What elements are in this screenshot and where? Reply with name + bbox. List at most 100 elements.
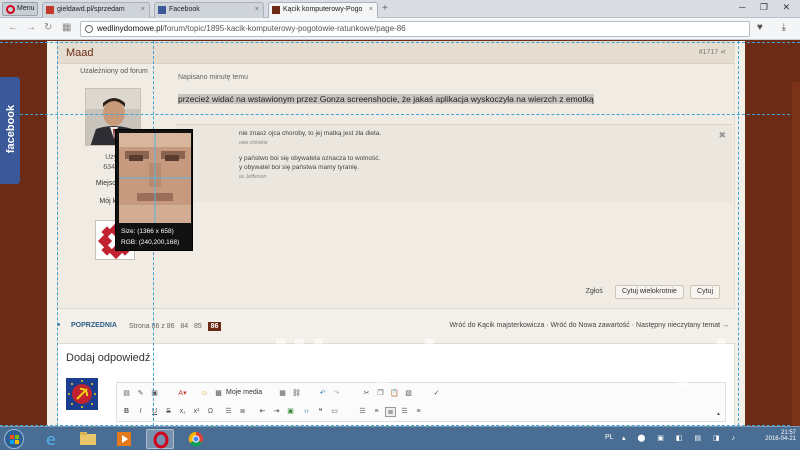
post-date: Napisano minutę temu — [178, 74, 249, 81]
close-tab-icon[interactable]: × — [369, 3, 373, 17]
taskbar: e PL ▴ ⬤ ▣ ◧ ▤ ◨ ♪ 21:57 2016-04-21 — [0, 426, 800, 450]
signature-source: owe chińskie — [239, 140, 268, 146]
quote-icon[interactable]: ❝ — [315, 407, 326, 417]
start-button[interactable] — [4, 429, 24, 449]
outdent-icon[interactable]: ⇤ — [257, 407, 268, 417]
back-arrow-icon[interactable]: ← — [8, 22, 18, 33]
signature-line: y państwo boi się obywatela oznacza to w… — [239, 155, 381, 162]
browser-toolbar: ← → ↻ ▦ wedlinydomowe.pl/forum/topic/189… — [0, 18, 800, 40]
speed-dial-icon[interactable]: ▦ — [62, 22, 71, 33]
post-message-text: przecież widać na wstawionym przez Gonza… — [178, 94, 594, 104]
preview-icon[interactable]: ▣ — [149, 389, 160, 399]
post-message: przecież widać na wstawionym przez Gonza… — [178, 94, 728, 104]
ruler-guide-horizontal — [0, 114, 800, 115]
post-body: Napisano minutę temu przecież widać na w… — [178, 74, 728, 104]
page-info: Strona 86 z 86 — [129, 323, 175, 330]
explorer-taskbar-icon[interactable] — [74, 429, 102, 449]
signature-line: nie znasz ojca choroby, to jej matką jes… — [239, 130, 382, 137]
post-header: Maad #1717 ⋖ — [58, 42, 734, 64]
share-icon[interactable]: ⋖ — [720, 49, 726, 56]
code-icon[interactable]: ‹› — [301, 407, 312, 417]
page-link[interactable]: 84 — [180, 323, 188, 330]
facebook-tab-label: facebook — [5, 104, 17, 154]
opera-menu-button[interactable]: Menu — [2, 2, 38, 16]
multiquote-button[interactable]: Cytuj wielokrotnie — [614, 285, 684, 299]
opera-logo-icon — [6, 5, 15, 14]
bullet-list-icon[interactable]: ☰ — [223, 407, 234, 417]
color-picker-magnifier: Size: (1366 x 658) RGB: (240,200,168) — [115, 129, 193, 251]
page-list: Strona 86 z 86 84 85 86 — [129, 322, 222, 331]
signature-line: y obywatel boi się państwa mamy tyranię. — [239, 164, 359, 171]
media-player-taskbar-icon[interactable] — [110, 429, 138, 449]
chrome-taskbar-icon[interactable] — [182, 429, 210, 449]
align-right-icon[interactable]: ☰ — [399, 407, 410, 417]
facebook-favicon-icon — [158, 6, 166, 14]
align-left-icon[interactable]: ☰ — [357, 407, 368, 417]
url-path: /forum/topic/1895-kacik-komputerowy-pogo… — [162, 24, 406, 33]
tab-gieldawd[interactable]: gieldawd.pl/sprzedam × — [42, 2, 150, 18]
align-justify-icon[interactable]: ≣ — [385, 407, 396, 417]
opera-taskbar-icon[interactable] — [146, 429, 174, 449]
language-indicator[interactable]: PL — [605, 434, 614, 441]
signature-source: as Jefferson — [239, 174, 267, 180]
post-signature: nie znasz ojca choroby, to jej matką jes… — [176, 124, 732, 202]
new-tab-button[interactable]: + — [382, 3, 388, 14]
page-link[interactable]: 85 — [194, 323, 202, 330]
report-link[interactable]: Zgłoś — [586, 288, 603, 295]
source-icon[interactable]: ▤ — [121, 389, 132, 399]
spoiler-icon[interactable]: ▭ — [329, 407, 340, 417]
ruler-guide-vertical — [738, 41, 739, 426]
bookmark-heart-icon[interactable]: ♥ ⤓ — [757, 22, 794, 33]
underline-icon[interactable]: U — [149, 407, 160, 417]
tab-label: Kącik komputerowy-Pogo — [283, 6, 363, 13]
topic-nav-links[interactable]: Wróć do Kącik majsterkowicza · Wróć do N… — [450, 322, 729, 329]
close-tab-icon[interactable]: × — [255, 3, 259, 17]
reload-icon[interactable]: ↻ — [44, 22, 52, 33]
subscript-icon[interactable]: x₁ — [177, 407, 188, 417]
close-tab-icon[interactable]: × — [141, 3, 145, 17]
window-controls[interactable]: ─ ❐ ✕ — [739, 2, 796, 13]
image-icon[interactable]: ▣ — [285, 407, 296, 417]
address-bar[interactable]: wedlinydomowe.pl/forum/topic/1895-kacik-… — [80, 21, 750, 37]
clock-date: 2016-04-21 — [765, 436, 796, 442]
superscript-icon[interactable]: x¹ — [191, 407, 202, 417]
menu-label: Menu — [17, 5, 35, 12]
align-right2-icon[interactable]: ≡ — [413, 407, 424, 417]
page-scrollbar[interactable] — [792, 82, 800, 426]
strike-icon[interactable]: S — [163, 407, 174, 417]
clock[interactable]: 21:57 2016-04-21 — [765, 430, 796, 442]
italic-icon[interactable]: I — [135, 407, 146, 417]
bold-icon[interactable]: B — [121, 407, 132, 417]
magnifier-size: Size: (1366 x 658) — [121, 228, 174, 235]
tab-facebook[interactable]: Facebook × — [154, 2, 264, 18]
current-page: 86 — [207, 322, 222, 331]
post-author[interactable]: Maad — [66, 47, 94, 59]
facebook-side-tab[interactable]: facebook — [0, 77, 20, 184]
tab-label: Facebook — [169, 6, 200, 13]
ruler-guide-horizontal — [0, 42, 800, 43]
indent-icon[interactable]: ⇥ — [271, 407, 282, 417]
eraser-icon[interactable]: ✎ — [135, 389, 146, 399]
number-list-icon[interactable]: ≣ — [237, 407, 248, 417]
site-info-icon[interactable] — [85, 25, 93, 33]
page-viewport: Maad #1717 ⋖ Uzależniony od forum Użytk … — [0, 41, 800, 426]
forward-arrow-icon[interactable]: → — [26, 22, 36, 33]
align-center-icon[interactable]: ≡ — [371, 407, 382, 417]
close-signature-icon[interactable]: ✖ — [718, 130, 726, 141]
magnifier-rgb: RGB: (240,200,168) — [121, 239, 180, 246]
forum-favicon-icon — [272, 6, 280, 14]
expand-icon[interactable]: ▲ — [713, 409, 724, 419]
post-actions: Zgłoś Cytuj wielokrotnie Cytuj — [586, 285, 720, 299]
ie-taskbar-icon[interactable]: e — [38, 429, 66, 449]
post-number-text: #1717 — [698, 49, 719, 56]
post-number[interactable]: #1717 ⋖ — [699, 48, 726, 56]
magnified-region — [119, 133, 191, 223]
user-avatar[interactable] — [66, 378, 98, 410]
tab-kacik[interactable]: Kącik komputerowy-Pogo × — [268, 2, 378, 18]
gieldawd-favicon-icon — [46, 6, 54, 14]
quote-button[interactable]: Cytuj — [690, 285, 720, 299]
tab-label: gieldawd.pl/sprzedam — [57, 6, 125, 13]
prev-page-link[interactable]: POPRZEDNIA — [71, 322, 117, 329]
tray-icons[interactable]: ▴ ⬤ ▣ ◧ ▤ ◨ ♪ — [622, 434, 740, 442]
omega-icon[interactable]: Ω — [205, 407, 216, 417]
